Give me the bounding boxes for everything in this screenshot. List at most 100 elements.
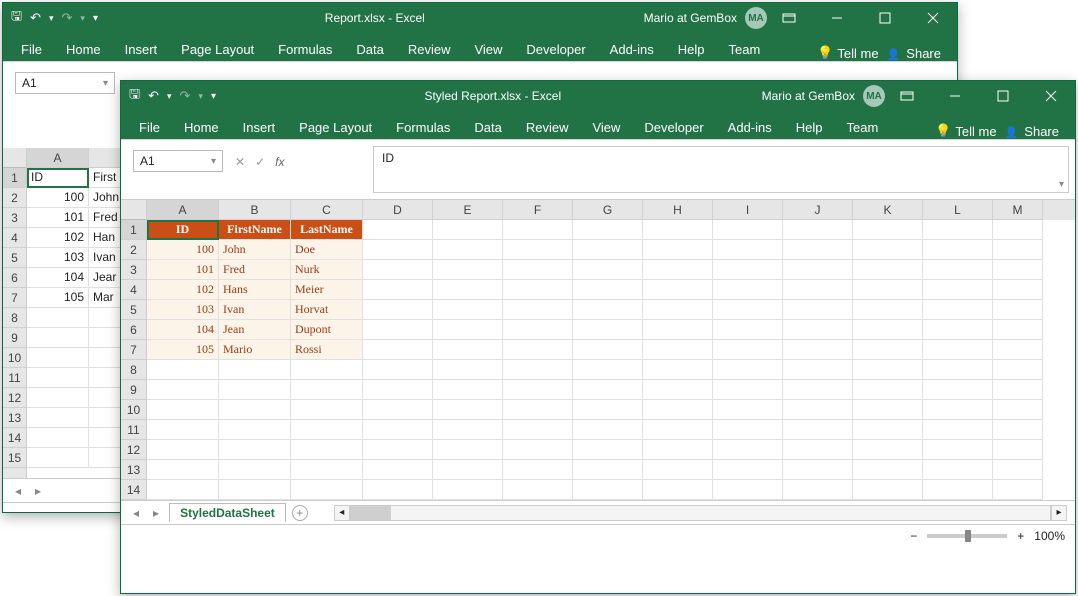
cell-B5[interactable]: Ivan (219, 300, 291, 320)
cell-F11[interactable] (503, 420, 573, 440)
cell-C6[interactable]: Dupont (291, 320, 363, 340)
cell-M6[interactable] (993, 320, 1043, 340)
new-sheet-button[interactable]: + (292, 505, 308, 521)
maximize-button[interactable] (863, 4, 907, 32)
tab-developer[interactable]: Developer (514, 38, 597, 61)
cell-H8[interactable] (643, 360, 713, 380)
cell-H12[interactable] (643, 440, 713, 460)
cell-J11[interactable] (783, 420, 853, 440)
cell-I11[interactable] (713, 420, 783, 440)
tab-file[interactable]: File (9, 38, 54, 61)
cell-H9[interactable] (643, 380, 713, 400)
tab-addins[interactable]: Add-ins (598, 38, 666, 61)
qat-customize-icon[interactable]: ▾ (93, 13, 98, 24)
tab-view[interactable]: View (580, 116, 632, 139)
cell-C3[interactable]: Nurk (291, 260, 363, 280)
row-header-11[interactable]: 11 (121, 420, 146, 440)
row-header-5[interactable]: 5 (121, 300, 146, 320)
cell-M7[interactable] (993, 340, 1043, 360)
cell-L9[interactable] (923, 380, 993, 400)
user-name[interactable]: Mario at GemBox (762, 89, 855, 103)
cell-I3[interactable] (713, 260, 783, 280)
cell-I2[interactable] (713, 240, 783, 260)
cell-E11[interactable] (433, 420, 503, 440)
cell-K12[interactable] (853, 440, 923, 460)
cell-F10[interactable] (503, 400, 573, 420)
cell-E12[interactable] (433, 440, 503, 460)
cell-C9[interactable] (291, 380, 363, 400)
cell-C7[interactable]: Rossi (291, 340, 363, 360)
cell-M2[interactable] (993, 240, 1043, 260)
row-header-14[interactable]: 14 (3, 428, 26, 448)
cell-G10[interactable] (573, 400, 643, 420)
cell-A8[interactable] (27, 308, 89, 328)
maximize-button[interactable] (981, 82, 1025, 110)
sheet-prev-icon[interactable]: ◂ (129, 506, 143, 520)
cell-I14[interactable] (713, 480, 783, 500)
cell-B6[interactable]: Jean (219, 320, 291, 340)
row-header-13[interactable]: 13 (121, 460, 146, 480)
undo-icon[interactable]: ↶ (148, 88, 159, 104)
cell-G5[interactable] (573, 300, 643, 320)
grid-cells[interactable]: ID FirstName LastName 100JohnDoe 101Fred… (147, 220, 1075, 500)
row-header-10[interactable]: 10 (3, 348, 26, 368)
cell-I5[interactable] (713, 300, 783, 320)
horizontal-scrollbar[interactable]: ◂ ▸ (334, 505, 1067, 521)
tab-review[interactable]: Review (514, 116, 581, 139)
cell-K14[interactable] (853, 480, 923, 500)
cell-L5[interactable] (923, 300, 993, 320)
row-header-12[interactable]: 12 (121, 440, 146, 460)
cell-F14[interactable] (503, 480, 573, 500)
user-name[interactable]: Mario at GemBox (644, 11, 737, 25)
cell-K1[interactable] (853, 220, 923, 240)
minimize-button[interactable] (933, 82, 977, 110)
tab-help[interactable]: Help (666, 38, 717, 61)
cell-L12[interactable] (923, 440, 993, 460)
cell-M4[interactable] (993, 280, 1043, 300)
cell-D7[interactable] (363, 340, 433, 360)
cell-M12[interactable] (993, 440, 1043, 460)
cell-K2[interactable] (853, 240, 923, 260)
cell-L14[interactable] (923, 480, 993, 500)
share-button[interactable]: Share (887, 46, 941, 61)
row-header-14[interactable]: 14 (121, 480, 146, 500)
col-header-B[interactable]: B (219, 200, 291, 220)
col-header-A[interactable]: A (27, 148, 89, 168)
cell-A12[interactable] (27, 388, 89, 408)
redo-icon[interactable]: ↷ (62, 10, 73, 26)
cell-A1[interactable]: ID (27, 168, 89, 188)
cell-D1[interactable] (363, 220, 433, 240)
cell-L1[interactable] (923, 220, 993, 240)
cell-J10[interactable] (783, 400, 853, 420)
cell-K4[interactable] (853, 280, 923, 300)
cell-C10[interactable] (291, 400, 363, 420)
cell-B12[interactable] (219, 440, 291, 460)
cell-E9[interactable] (433, 380, 503, 400)
cell-E7[interactable] (433, 340, 503, 360)
cell-D4[interactable] (363, 280, 433, 300)
tab-view[interactable]: View (462, 38, 514, 61)
row-header-6[interactable]: 6 (121, 320, 146, 340)
cell-A11[interactable] (27, 368, 89, 388)
tell-me[interactable]: 💡Tell me (817, 45, 878, 61)
cell-K6[interactable] (853, 320, 923, 340)
row-header-15[interactable]: 15 (3, 448, 26, 468)
cell-J2[interactable] (783, 240, 853, 260)
row-header-10[interactable]: 10 (121, 400, 146, 420)
row-header-4[interactable]: 4 (3, 228, 26, 248)
cell-M14[interactable] (993, 480, 1043, 500)
cell-A3[interactable]: 101 (27, 208, 89, 228)
cell-M8[interactable] (993, 360, 1043, 380)
tab-insert[interactable]: Insert (231, 116, 288, 139)
cell-G9[interactable] (573, 380, 643, 400)
cell-D6[interactable] (363, 320, 433, 340)
cell-G7[interactable] (573, 340, 643, 360)
cell-C11[interactable] (291, 420, 363, 440)
undo-icon[interactable]: ↶ (30, 10, 41, 26)
cell-G14[interactable] (573, 480, 643, 500)
zoom-slider[interactable] (927, 534, 1007, 538)
cell-F2[interactable] (503, 240, 573, 260)
cell-J3[interactable] (783, 260, 853, 280)
row-header-8[interactable]: 8 (3, 308, 26, 328)
cell-E1[interactable] (433, 220, 503, 240)
